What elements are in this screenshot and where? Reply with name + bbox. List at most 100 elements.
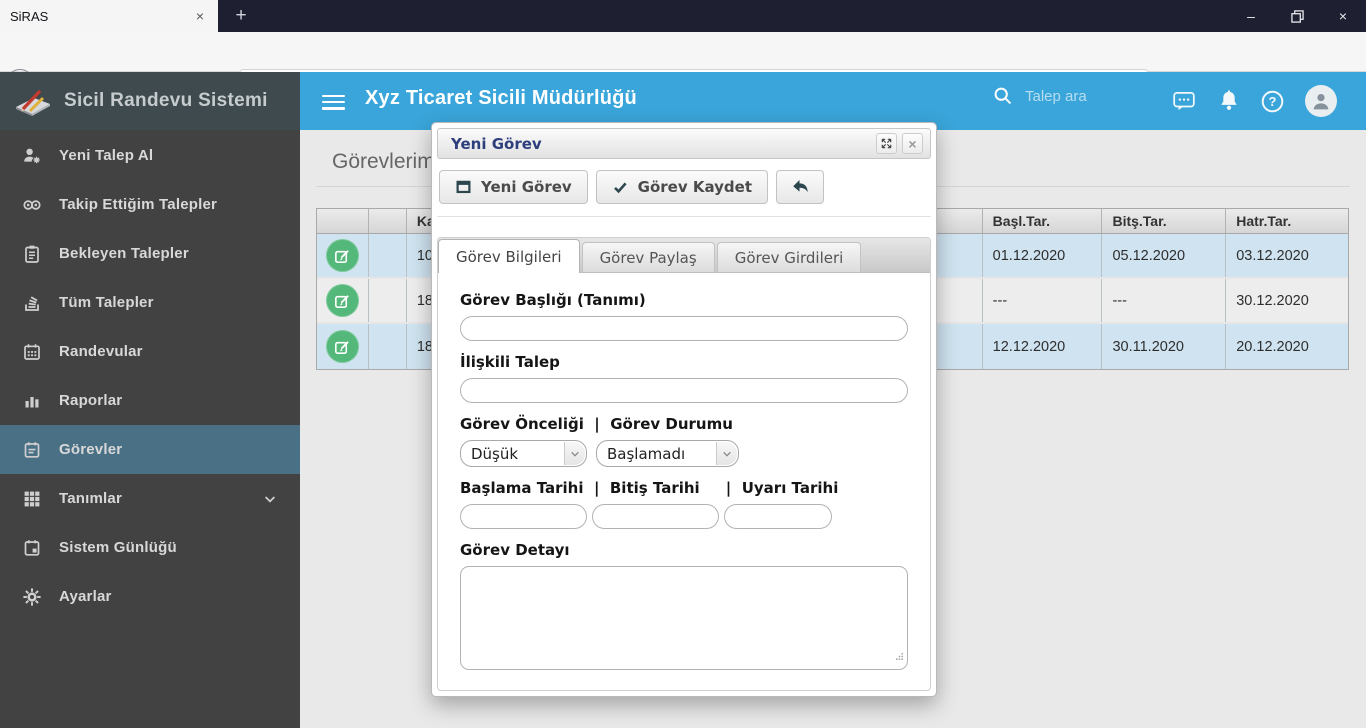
dialog-toolbar: Yeni Görev Görev Kaydet [439, 170, 931, 204]
edit-icon [335, 340, 350, 354]
help-icon: ? [1261, 90, 1284, 113]
task-title-input[interactable] [460, 316, 908, 341]
edit-icon [335, 294, 350, 308]
sidebar-item-sistem-gunlugu[interactable]: Sistem Günlüğü [0, 523, 300, 572]
browser-tab[interactable]: SiRAS × [0, 0, 218, 32]
sidebar-item-bekleyen-talepler[interactable]: Bekleyen Talepler [0, 229, 300, 278]
tab-gorev-bilgileri[interactable]: Görev Bilgileri [438, 239, 580, 273]
brand-title: Sicil Randevu Sistemi [64, 90, 268, 111]
task-detail-label: Görev Detayı [460, 541, 570, 559]
new-tab-button[interactable]: + [224, 0, 258, 32]
sidebar-item-raporlar[interactable]: Raporlar [0, 376, 300, 425]
sidebar-item-takip-ettigim-talepler[interactable]: Takip Ettiğim Talepler [0, 180, 300, 229]
new-task-button[interactable]: Yeni Görev [439, 170, 588, 204]
window-restore-button[interactable] [1274, 0, 1320, 32]
priority-select[interactable]: Düşük [460, 440, 587, 467]
cell-bits-tar: 30.11.2020 [1102, 324, 1227, 369]
window-minimize-button[interactable]: – [1228, 0, 1274, 32]
col-header-actions [317, 209, 369, 233]
browser-tab-title: SiRAS [10, 8, 49, 24]
cell-bits-tar: 05.12.2020 [1102, 234, 1227, 277]
tab-strip: Görev Bilgileri Görev Paylaş Görev Girdi… [438, 238, 930, 273]
sidebar: Sicil Randevu Sistemi Yeni Talep Al Taki… [0, 72, 300, 728]
cell-bits-tar: --- [1102, 279, 1227, 322]
save-task-button[interactable]: Görev Kaydet [595, 170, 769, 204]
sidebar-item-tanimlar[interactable]: Tanımlar [0, 474, 300, 523]
app-logo-icon [16, 89, 50, 116]
sidebar-item-label: Randevular [59, 343, 143, 360]
col-header-basl-tar: Başl.Tar. [983, 209, 1103, 233]
sidebar-item-label: Bekleyen Talepler [59, 245, 189, 262]
select-chevron-icon [564, 442, 585, 465]
cell-hatr-tar: 30.12.2020 [1236, 292, 1309, 309]
status-select[interactable]: Başlamadı [596, 440, 739, 467]
back-undo-button[interactable] [776, 170, 825, 204]
sidebar-item-label: Görevler [59, 441, 123, 458]
cell-basl-tar: 01.12.2020 [983, 234, 1103, 277]
user-gear-icon [24, 148, 40, 163]
bar-chart-icon [25, 396, 39, 407]
sidebar-item-yeni-talep-al[interactable]: Yeni Talep Al [0, 131, 300, 180]
dialog-tabs: Görev Bilgileri Görev Paylaş Görev Girdi… [437, 237, 931, 691]
notifications-button[interactable] [1217, 89, 1241, 113]
col-header-empty [369, 209, 407, 233]
warn-date-input[interactable] [724, 504, 832, 529]
undo-arrow-icon [792, 180, 808, 193]
sidebar-item-tum-talepler[interactable]: Tüm Talepler [0, 278, 300, 327]
gear-icon [23, 587, 41, 606]
window-close-button[interactable]: × [1320, 0, 1366, 32]
cell-basl-tar: --- [983, 279, 1103, 322]
edit-task-button[interactable] [325, 239, 359, 272]
sidebar-item-label: Raporlar [59, 392, 123, 409]
sidebar-item-label: Tanımlar [59, 490, 123, 507]
grid-icon [24, 491, 40, 506]
end-date-input[interactable] [592, 504, 719, 529]
tab-gorev-girdileri[interactable]: Görev Girdileri [716, 242, 862, 272]
task-calendar-icon [24, 441, 40, 458]
select-chevron-icon [716, 442, 737, 465]
dialog-titlebar[interactable]: Yeni Görev × [437, 128, 931, 159]
restore-icon [1290, 9, 1304, 23]
sidebar-item-label: Tüm Talepler [59, 294, 154, 311]
resize-grip-icon[interactable] [895, 648, 904, 666]
messages-button[interactable] [1172, 89, 1196, 113]
talep-search-input[interactable] [1023, 86, 1153, 106]
edit-task-button[interactable] [325, 284, 359, 317]
bell-icon [1221, 90, 1237, 110]
col-header-hatr-tar: Hatr.Tar. [1236, 213, 1292, 229]
sidebar-item-label: Sistem Günlüğü [59, 539, 177, 556]
cell-basl-tar: 12.12.2020 [983, 324, 1103, 369]
cell-hatr-tar: 20.12.2020 [1236, 338, 1309, 355]
edit-task-button[interactable] [325, 330, 359, 363]
related-request-label: İlişkili Talep [460, 353, 560, 371]
priority-status-label: Görev Önceliği | Görev Durumu [460, 415, 733, 433]
task-info-panel: Görev Başlığı (Tanımı) İlişkili Talep Gö… [438, 273, 930, 690]
user-avatar[interactable] [1305, 85, 1337, 117]
col-header-bits-tar: Bitş.Tar. [1102, 209, 1227, 233]
new-task-dialog: Yeni Görev × Yeni Görev Görev Kaydet Gör… [431, 122, 937, 697]
sidebar-item-label: Takip Ettiğim Talepler [59, 196, 218, 213]
dialog-maximize-button[interactable] [876, 133, 897, 154]
dialog-close-button[interactable]: × [902, 133, 923, 154]
tab-gorev-paylas[interactable]: Görev Paylaş [581, 242, 715, 272]
sidebar-nav: Yeni Talep Al Takip Ettiğim Talepler Bek… [0, 131, 300, 621]
sidebar-item-label: Ayarlar [59, 588, 112, 605]
sidebar-item-gorevler[interactable]: Görevler [0, 425, 300, 474]
related-request-input[interactable] [460, 378, 908, 403]
screen: SiRAS × + – × ← → ⟳ ⌂ localhost/s [0, 0, 1366, 728]
page-title: Görevlerim [332, 150, 435, 173]
sidebar-item-randevular[interactable]: Randevular [0, 327, 300, 376]
task-title-label: Görev Başlığı (Tanımı) [460, 291, 646, 309]
toolbar-divider [437, 216, 931, 217]
maximize-icon [881, 138, 892, 149]
task-detail-textarea[interactable] [460, 566, 908, 670]
app-menu-button[interactable] [322, 91, 345, 113]
help-button[interactable]: ? [1260, 89, 1284, 113]
brand: Sicil Randevu Sistemi [0, 72, 300, 130]
sidebar-item-ayarlar[interactable]: Ayarlar [0, 572, 300, 621]
close-icon: × [908, 135, 917, 152]
tab-close-icon[interactable]: × [192, 8, 208, 24]
search-icon [994, 87, 1012, 105]
chevron-down-icon [264, 495, 276, 503]
start-date-input[interactable] [460, 504, 587, 529]
